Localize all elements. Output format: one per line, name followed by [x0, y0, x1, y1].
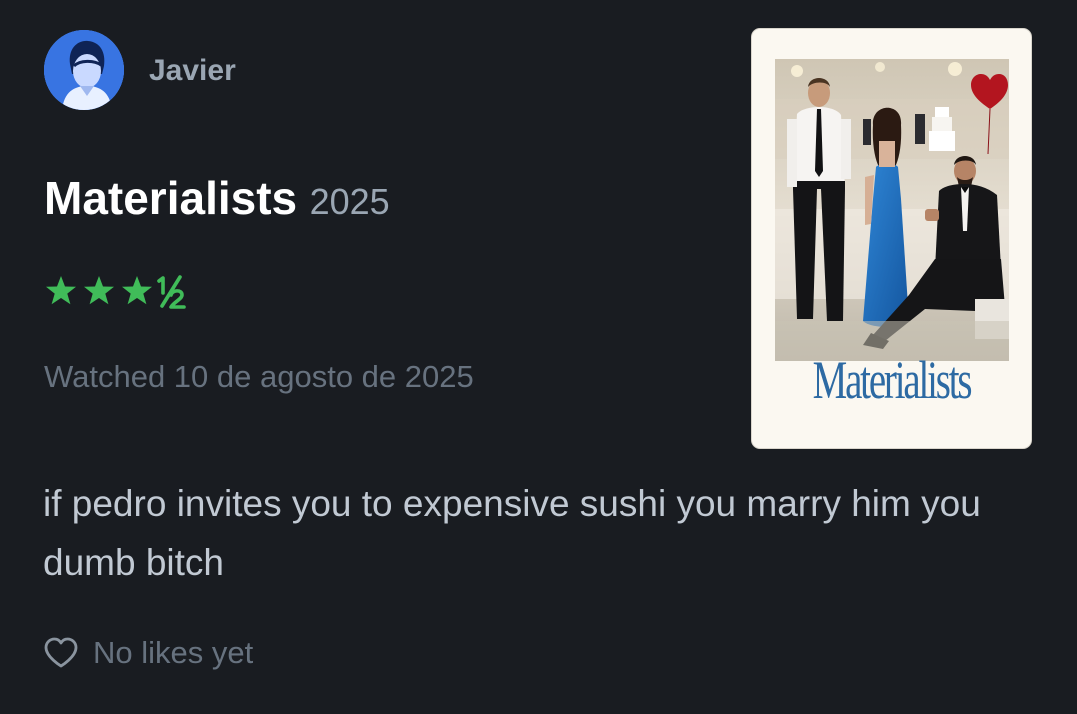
poster-title: Materialists: [812, 350, 973, 410]
star-icon: [46, 276, 76, 305]
film-poster[interactable]: Materialists: [751, 28, 1032, 449]
watched-date: Watched 10 de agosto de 2025: [44, 359, 474, 394]
poster-cast-photo: [775, 59, 1009, 361]
username[interactable]: Javier: [149, 54, 236, 88]
avatar-portrait-image: [44, 30, 124, 110]
half-star-icon: [157, 275, 186, 309]
review-text: if pedro invites you to expensive sushi …: [43, 483, 981, 583]
star-icon: [84, 276, 114, 305]
film-title-row: Materialists 2025: [44, 171, 390, 225]
film-title[interactable]: Materialists: [44, 172, 297, 224]
star-icon: [122, 276, 152, 305]
likes-button[interactable]: No likes yet: [42, 634, 253, 672]
user-avatar[interactable]: [44, 30, 124, 110]
poster-photo: [775, 59, 1009, 361]
star-rating: [44, 272, 199, 312]
heart-outline-icon: [44, 637, 78, 668]
likes-label: No likes yet: [93, 635, 254, 670]
star-rating-icons: [46, 275, 186, 309]
film-year[interactable]: 2025: [310, 181, 390, 222]
